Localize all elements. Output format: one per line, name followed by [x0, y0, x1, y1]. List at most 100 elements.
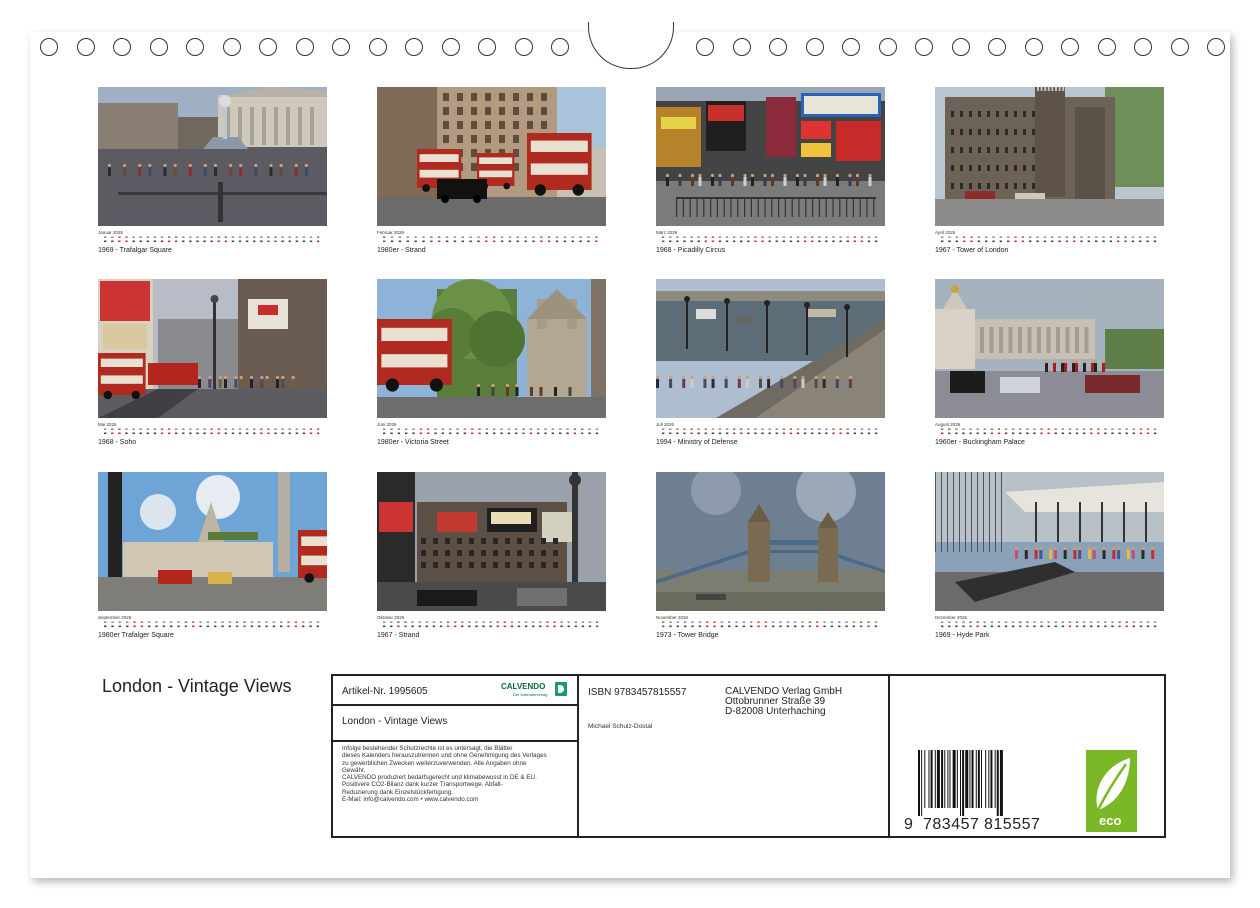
isbn: ISBN 9783457815557: [588, 687, 687, 698]
calendar-day-mark: [823, 625, 826, 628]
calendar-weekday-mark: [794, 621, 797, 623]
calendar-day-mark: [1019, 625, 1022, 628]
calendar-day-mark: [735, 625, 738, 628]
calendar-weekday-mark: [295, 428, 299, 430]
calendar-day-mark: [728, 625, 731, 628]
binding-ring: [732, 38, 751, 56]
calendar-day-mark: [874, 240, 878, 243]
calendar-day-mark: [540, 240, 543, 243]
calendar-weekday-mark: [132, 236, 135, 238]
calendar-day-mark: [867, 432, 871, 435]
calendar-weekday-mark: [1104, 428, 1107, 430]
calendar-day-mark: [750, 625, 753, 628]
calendar-day-mark: [860, 625, 863, 628]
calendar-weekday-mark: [245, 236, 249, 238]
calendar-weekday-mark: [1153, 428, 1157, 430]
calendar-day-mark: [684, 625, 687, 628]
calendar-day-mark: [295, 240, 299, 243]
calendar-day-mark: [418, 625, 421, 628]
calendar-weekday-mark: [203, 428, 206, 430]
binding-ring: [951, 38, 970, 56]
calendar-day-mark: [475, 625, 478, 628]
calendar-weekday-mark: [507, 428, 511, 430]
legal-notice-line: E-Mail: info@calvendo.com • www.calvendo…: [342, 796, 479, 804]
calendar-weekday-mark: [990, 428, 994, 430]
calendar-day-mark: [231, 240, 235, 243]
calendar-day-mark: [690, 240, 693, 243]
calendar-day-mark: [579, 240, 582, 243]
mini-calendar: [98, 428, 327, 437]
info-title: London - Vintage Views: [342, 716, 448, 727]
calendar-weekday-mark: [839, 236, 842, 238]
binding-ring: [113, 38, 131, 56]
barcode-bar: [941, 750, 944, 808]
month-name: Juni 2026: [377, 422, 397, 427]
calendar-weekday-mark: [1029, 236, 1032, 238]
calendar-weekday-mark: [764, 621, 768, 623]
calendar-weekday-mark: [962, 621, 965, 623]
photo-illustration: [98, 472, 327, 611]
calendar-day-mark: [496, 625, 499, 628]
calendar-weekday-mark: [757, 621, 760, 623]
calendar-weekday-mark: [963, 236, 966, 238]
calendar-weekday-mark: [398, 236, 402, 238]
calendar-weekday-mark: [690, 428, 693, 430]
calendar-day-mark: [493, 432, 496, 435]
calendar-day-mark: [941, 625, 944, 628]
calendar-day-mark: [118, 240, 121, 243]
calendar-day-mark: [302, 240, 306, 243]
calendar-weekday-mark: [1118, 428, 1121, 430]
calendar-weekday-mark: [732, 428, 736, 430]
calendar-day-mark: [253, 240, 256, 243]
month-tile: Oktober 2026 1967 - Strand: [377, 472, 606, 639]
calendar-day-mark: [430, 240, 433, 243]
calendar-day-mark: [1090, 432, 1093, 435]
binding-ring: [295, 38, 314, 56]
photo-illustration: [377, 87, 606, 226]
calendar-day-mark: [1061, 432, 1065, 435]
calendar-day-mark: [548, 240, 551, 243]
calendar-day-mark: [485, 432, 489, 435]
calendar-day-mark: [160, 432, 164, 435]
calendar-day-mark: [969, 625, 972, 628]
calendar-weekday-mark: [260, 428, 263, 430]
calendar-day-mark: [818, 240, 821, 243]
calendar-day-mark: [445, 240, 449, 243]
mini-calendar: [656, 236, 885, 245]
calendar-weekday-mark: [192, 621, 195, 623]
month-name: Juli 2026: [656, 422, 675, 427]
calendar-day-mark: [747, 432, 750, 435]
calendar-day-mark: [706, 625, 709, 628]
calendar-day-mark: [210, 432, 213, 435]
calendar-day-mark: [243, 625, 246, 628]
calendar-weekday-mark: [713, 621, 716, 623]
calendar-day-mark: [111, 432, 114, 435]
calendar-day-mark: [503, 625, 507, 628]
binding-ring: [842, 38, 860, 56]
calendar-weekday-mark: [397, 428, 401, 430]
calendar-day-mark: [274, 432, 277, 435]
calendar-weekday-mark: [544, 428, 547, 430]
calendar-weekday-mark: [1095, 236, 1098, 238]
calendar-day-mark: [818, 432, 821, 435]
calendar-day-mark: [1047, 625, 1050, 628]
calendar-weekday-mark: [272, 621, 276, 623]
calendar-weekday-mark: [445, 236, 449, 238]
barcode-digits-left: 783457: [923, 816, 980, 833]
calendar-weekday-mark: [1090, 428, 1093, 430]
calendar-weekday-mark: [1026, 428, 1029, 430]
calendar-day-mark: [553, 625, 556, 628]
binding-ring: [405, 38, 423, 56]
calendar-weekday-mark: [236, 621, 239, 623]
calendar-weekday-mark: [174, 236, 178, 238]
binding-ring: [441, 38, 460, 56]
calendar-weekday-mark: [253, 428, 256, 430]
calendar-day-mark: [146, 240, 149, 243]
calendar-day-mark: [1004, 625, 1008, 628]
calendar-day-mark: [1036, 240, 1039, 243]
calendar-day-mark: [471, 432, 474, 435]
calendar-weekday-mark: [411, 621, 414, 623]
binding-ring: [1061, 38, 1079, 56]
calendar-weekday-mark: [782, 428, 786, 430]
calendar-day-mark: [1054, 432, 1057, 435]
